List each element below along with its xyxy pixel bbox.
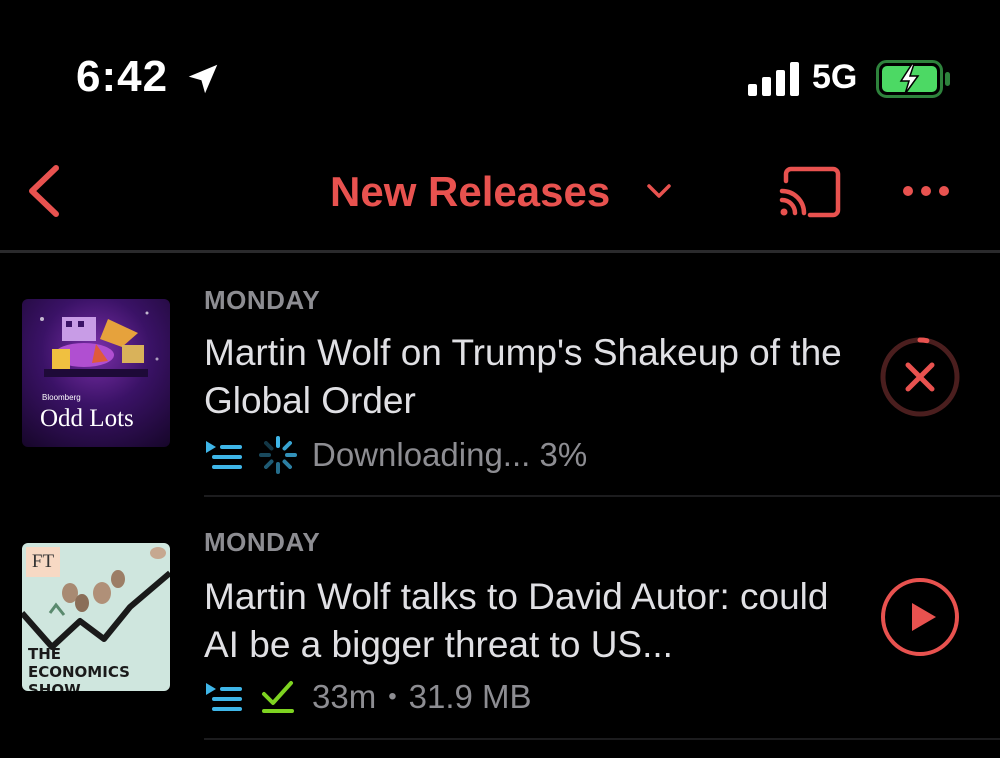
artwork-title-label: Odd Lots [40,405,134,432]
queue-list-icon [206,441,242,469]
episode-day: MONDAY [204,527,321,557]
queue-list-icon [206,683,242,711]
meta-separator: • [388,683,397,710]
navigation-bar: New Releases [0,140,1000,250]
episode-row[interactable]: Bloomberg Odd Lots MONDAY Martin Wolf on… [0,253,1000,495]
downloaded-check-icon [262,681,294,713]
back-chevron-icon[interactable] [24,162,64,220]
cast-icon[interactable] [778,166,842,218]
podcast-artwork-odd-lots: Bloomberg Odd Lots [22,299,170,447]
page-title[interactable]: New Releases [330,168,610,216]
episode-file-size: 31.9 MB [408,678,532,715]
episode-day: MONDAY [204,285,321,315]
episode-title[interactable]: Martin Wolf talks to David Autor: could … [204,573,864,669]
battery-charging-icon [876,60,950,98]
network-type: 5G [812,58,858,96]
podcast-artwork-economics-show: FT THE ECONOMICS SHOW [22,543,170,691]
status-bar: 6:42 5G [0,0,1000,140]
episode-meta: Downloading... 3% [204,435,587,475]
play-icon[interactable] [878,575,962,659]
location-arrow-icon [188,64,218,94]
status-time: 6:42 [76,52,169,101]
download-status-text: Downloading... 3% [312,436,588,473]
chevron-down-icon[interactable] [646,182,672,200]
episode-duration: 33m [312,678,377,715]
cancel-download-icon[interactable] [878,335,962,419]
episode-title[interactable]: Martin Wolf on Trump's Shakeup of the Gl… [204,329,864,425]
row-divider [204,738,1000,740]
cellular-signal-icon [748,62,799,96]
episode-meta: 33m • 31.9 MB [204,677,532,717]
artwork-brand-label: Bloomberg [42,393,81,402]
more-options-icon[interactable] [902,180,950,202]
downloading-spinner-icon [259,436,297,474]
episode-row[interactable]: FT THE ECONOMICS SHOW MONDAY Martin Wolf… [0,497,1000,739]
artwork-title-label: THE ECONOMICS SHOW [28,645,130,691]
